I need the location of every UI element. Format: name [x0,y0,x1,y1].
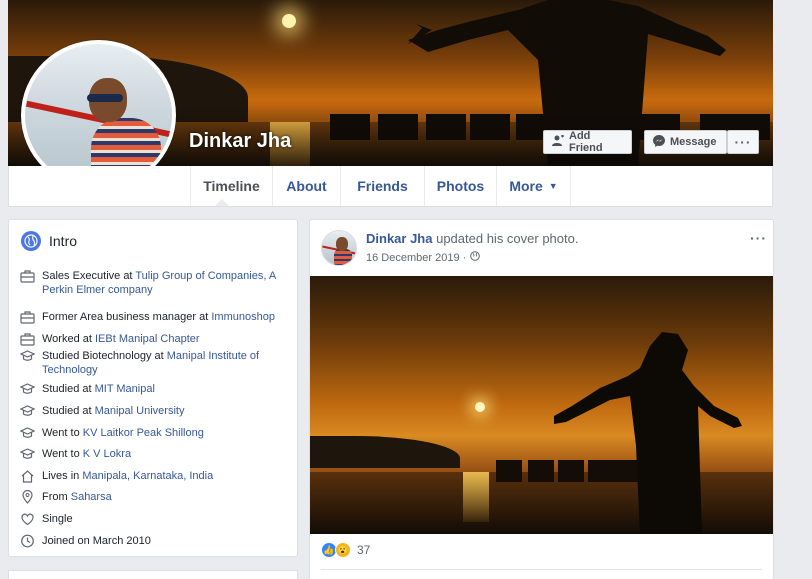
message-label: Message [670,136,717,148]
intro-card: Intro Sales Executive at Tulip Group of … [8,219,298,557]
intro-item: Former Area business manager at Immunosh… [19,310,289,324]
intro-item-prefix: Studied at [42,405,95,417]
active-tab-indicator [215,199,229,206]
post-photo[interactable] [310,276,773,534]
intro-item-text: Former Area business manager at Immunosh… [42,310,275,324]
globe-icon [21,231,41,251]
intro-item-link[interactable]: Saharsa [71,491,112,503]
location-pin-icon [19,490,36,504]
post-date-link[interactable]: 16 December 2019 · [366,252,466,264]
post-card: Dinkar Jha updated his cover photo. 16 D… [309,219,774,579]
post-author-link[interactable]: Dinkar Jha [366,231,432,246]
intro-item-prefix: Lives in [42,470,83,482]
caret-down-icon: ▼ [548,181,558,191]
intro-item-link[interactable]: IEBt Manipal Chapter [95,333,200,345]
wow-reaction-icon: 😮 [335,542,351,558]
intro-item-link[interactable]: KV Laitkor Peak Shillong [83,427,204,439]
intro-item: Sales Executive at Tulip Group of Compan… [19,269,289,297]
add-person-icon [552,134,564,149]
clock-icon [19,534,36,548]
tab-about[interactable]: About [272,166,340,206]
intro-item-link[interactable]: Immunoshop [211,311,275,323]
globe-privacy-icon[interactable] [470,251,481,264]
post-timestamp: 16 December 2019 · [366,251,481,264]
intro-item-text: Went to K V Lokra [42,447,131,461]
tab-timeline[interactable]: Timeline [190,166,272,206]
intro-item-text: Lives in Manipala, Karnataka, India [42,469,213,483]
intro-item: Studied at MIT Manipal [19,382,289,396]
graduation-cap-icon [19,382,36,396]
intro-item-text: Worked at IEBt Manipal Chapter [42,332,200,346]
intro-item-prefix: Worked at [42,333,95,345]
intro-item: Went to KV Laitkor Peak Shillong [19,426,289,440]
intro-title: Intro [49,233,78,249]
heart-icon [19,512,36,526]
intro-item: Joined on March 2010 [19,534,289,548]
graduation-cap-icon [19,349,36,363]
intro-item: Lives in Manipala, Karnataka, India [19,469,289,483]
intro-item-link[interactable]: Manipala, Karnataka, India [82,470,213,482]
intro-item: Worked at IEBt Manipal Chapter [19,332,289,346]
intro-item-prefix: Went to [42,427,83,439]
graduation-cap-icon [19,447,36,461]
briefcase-icon [19,310,36,324]
post-options-button[interactable]: ··· [750,230,767,246]
intro-item-link[interactable]: K V Lokra [83,448,131,460]
intro-item: Single [19,512,289,526]
tab-friends[interactable]: Friends [340,166,424,206]
more-options-button[interactable]: ··· [727,130,759,154]
messenger-icon [653,134,665,150]
intro-item-text: Sales Executive at Tulip Group of Compan… [42,269,289,297]
briefcase-icon [19,269,36,283]
intro-item-prefix: Studied at [42,383,95,395]
intro-item-text: Single [42,512,73,526]
home-icon [19,469,36,483]
post-header: Dinkar Jha updated his cover photo. [366,231,578,246]
tab-more[interactable]: More ▼ [496,166,571,206]
avatar[interactable] [321,230,357,266]
reaction-count: 37 [357,543,371,557]
profile-nav-bar: Timeline About Friends Photos More ▼ [8,166,773,207]
intro-item-text: Studied at Manipal University [42,404,184,418]
graduation-cap-icon [19,426,36,440]
intro-item-link[interactable]: Manipal University [95,405,185,417]
intro-item-text: Went to KV Laitkor Peak Shillong [42,426,204,440]
add-friend-label: Add Friend [569,130,603,154]
intro-item: Went to K V Lokra [19,447,289,461]
intro-item: Studied Biotechnology at Manipal Institu… [19,349,289,377]
message-button[interactable]: Message [644,130,727,154]
intro-item-prefix: Joined on March 2010 [42,535,151,547]
intro-item-text: Studied Biotechnology at Manipal Institu… [42,349,289,377]
intro-item-text: From Saharsa [42,490,112,504]
briefcase-icon [19,332,36,346]
intro-item: From Saharsa [19,490,289,504]
reactions-summary[interactable]: 👍 😮 37 [321,542,370,558]
tab-photos[interactable]: Photos [424,166,496,206]
intro-item: Studied at Manipal University [19,404,289,418]
intro-item-prefix: Sales Executive at [42,270,136,282]
intro-item-prefix: Went to [42,448,83,460]
intro-item-text: Joined on March 2010 [42,534,151,548]
post-action-text: updated his cover photo. [432,231,579,246]
intro-item-prefix: Single [42,513,73,525]
more-dots-icon: ··· [734,134,752,150]
graduation-cap-icon [19,404,36,418]
add-friend-button[interactable]: Add Friend [543,130,632,154]
intro-item-link[interactable]: MIT Manipal [95,383,155,395]
intro-item-prefix: From [42,491,71,503]
intro-item-prefix: Studied Biotechnology at [42,350,167,362]
profile-name[interactable]: Dinkar Jha [189,130,291,153]
intro-item-text: Studied at MIT Manipal [42,382,155,396]
intro-item-prefix: Former Area business manager at [42,311,212,323]
divider [321,569,762,570]
photos-card [8,570,298,579]
